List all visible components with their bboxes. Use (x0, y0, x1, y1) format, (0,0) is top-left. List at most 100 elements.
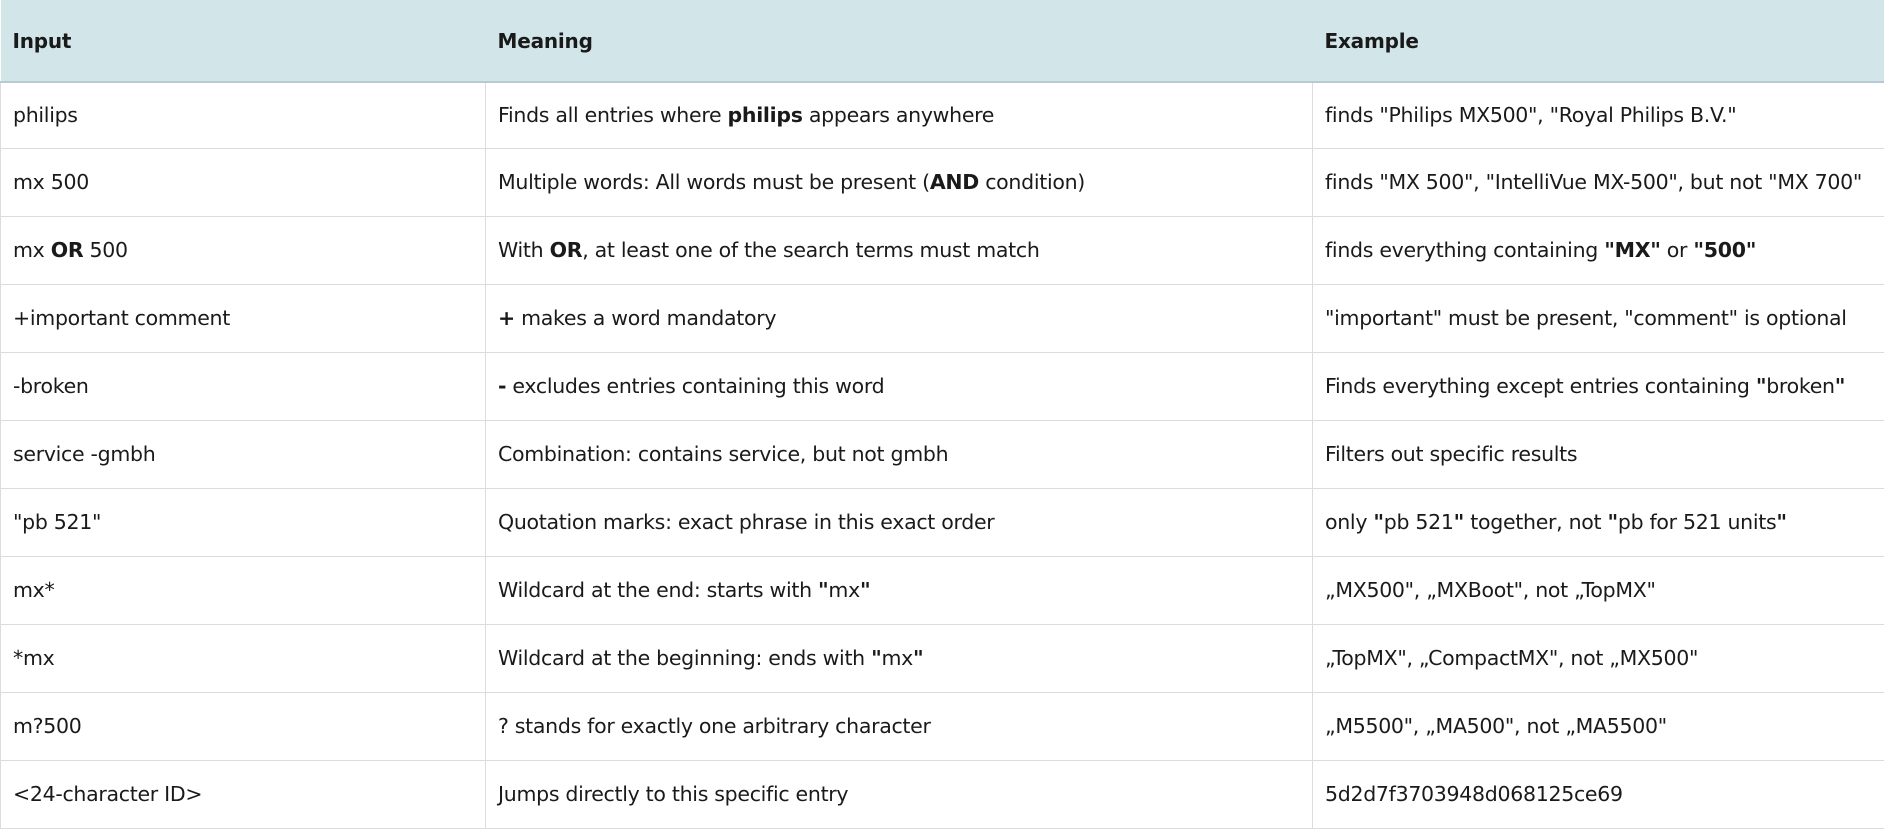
cell-text: together, not (1464, 510, 1607, 534)
table-row: philips Finds all entries where philips … (1, 82, 1884, 148)
cell-text: only (1325, 510, 1373, 534)
cell-text: Wildcard at the end: starts with (498, 578, 818, 602)
cell-text-bold: " (1693, 238, 1703, 262)
cell-text: „M5500", „MA500", not „MA5500" (1325, 714, 1667, 738)
cell-text: -broken (13, 374, 89, 398)
cell-example: only "pb 521" together, not "pb for 521 … (1313, 488, 1884, 556)
cell-text: pb for 521 units (1618, 510, 1777, 534)
cell-input: *mx (1, 624, 486, 692)
table-row: *mx Wildcard at the beginning: ends with… (1, 624, 1884, 692)
cell-text: condition) (979, 170, 1085, 194)
cell-input: mx* (1, 556, 486, 624)
cell-text: Jumps directly to this specific entry (498, 782, 848, 806)
search-syntax-table: Input Meaning Example philips Finds all … (0, 0, 1884, 829)
cell-meaning: ? stands for exactly one arbitrary chara… (486, 692, 1313, 760)
cell-text: , at least one of the search terms must … (582, 238, 1039, 262)
cell-meaning: Multiple words: All words must be presen… (486, 148, 1313, 216)
cell-text: service -gmbh (13, 442, 155, 466)
cell-example: Finds everything except entries containi… (1313, 352, 1884, 420)
cell-text: mx (882, 646, 914, 670)
cell-text: finds everything containing (1325, 238, 1604, 262)
cell-text-bold: " (1607, 510, 1617, 534)
cell-text: finds "MX 500", "IntelliVue MX-500", but… (1325, 170, 1862, 194)
cell-text: mx (828, 578, 860, 602)
cell-text-bold: " (1835, 374, 1845, 398)
cell-text: Combination: contains service, but not g… (498, 442, 948, 466)
cell-text: <24-character ID> (13, 782, 202, 806)
cell-input: m?500 (1, 692, 486, 760)
cell-text-bold: + (498, 306, 515, 330)
cell-meaning: Finds all entries where philips appears … (486, 82, 1313, 148)
cell-text: m?500 (13, 714, 81, 738)
cell-input: mx 500 (1, 148, 486, 216)
cell-text-bold: " (1776, 510, 1786, 534)
cell-example: finds everything containing "MX" or "500… (1313, 216, 1884, 284)
cell-text: Filters out specific results (1325, 442, 1577, 466)
cell-text-bold: - (498, 374, 506, 398)
cell-text-bold: 500 (1704, 238, 1746, 262)
cell-text: ? stands for exactly one arbitrary chara… (498, 714, 931, 738)
cell-meaning: Quotation marks: exact phrase in this ex… (486, 488, 1313, 556)
cell-text-bold: " (871, 646, 881, 670)
table-body: philips Finds all entries where philips … (1, 82, 1884, 828)
cell-input: philips (1, 82, 486, 148)
cell-example: finds "MX 500", "IntelliVue MX-500", but… (1313, 148, 1884, 216)
cell-input: mx OR 500 (1, 216, 486, 284)
table-row: +important comment + makes a word mandat… (1, 284, 1884, 352)
header-example: Example (1313, 0, 1884, 82)
cell-meaning: + makes a word mandatory (486, 284, 1313, 352)
cell-text-bold: " (1373, 510, 1383, 534)
cell-meaning: Wildcard at the end: starts with "mx" (486, 556, 1313, 624)
cell-text: excludes entries containing this word (506, 374, 884, 398)
cell-text: appears anywhere (803, 103, 994, 127)
cell-input: -broken (1, 352, 486, 420)
cell-text: +important comment (13, 306, 230, 330)
table-header: Input Meaning Example (1, 0, 1884, 82)
cell-text-bold: " (818, 578, 828, 602)
cell-input: service -gmbh (1, 420, 486, 488)
cell-example: 5d2d7f3703948d068125ce69 (1313, 760, 1884, 828)
cell-example: „M5500", „MA500", not „MA5500" (1313, 692, 1884, 760)
cell-text: broken (1766, 374, 1834, 398)
cell-text: Quotation marks: exact phrase in this ex… (498, 510, 994, 534)
cell-example: „TopMX", „CompactMX", not „MX500" (1313, 624, 1884, 692)
cell-text: *mx (13, 646, 54, 670)
table-row: mx OR 500 With OR, at least one of the s… (1, 216, 1884, 284)
cell-text: makes a word mandatory (515, 306, 776, 330)
cell-example: „MX500", „MXBoot", not „TopMX" (1313, 556, 1884, 624)
table-row: service -gmbh Combination: contains serv… (1, 420, 1884, 488)
cell-meaning: With OR, at least one of the search term… (486, 216, 1313, 284)
table-row: <24-character ID> Jumps directly to this… (1, 760, 1884, 828)
cell-text: „MX500", „MXBoot", not „TopMX" (1325, 578, 1656, 602)
cell-text: "important" must be present, "comment" i… (1325, 306, 1847, 330)
cell-text-bold: " (1604, 238, 1614, 262)
cell-meaning: Jumps directly to this specific entry (486, 760, 1313, 828)
cell-text-bold: " (860, 578, 870, 602)
cell-text: With (498, 238, 550, 262)
cell-text-bold: OR (550, 238, 583, 262)
cell-text-bold: " (1650, 238, 1660, 262)
cell-meaning: Wildcard at the beginning: ends with "mx… (486, 624, 1313, 692)
cell-text-bold: MX (1615, 238, 1651, 262)
cell-text-bold: philips (728, 103, 803, 127)
header-meaning: Meaning (486, 0, 1313, 82)
cell-text-bold: " (913, 646, 923, 670)
table-row: m?500 ? stands for exactly one arbitrary… (1, 692, 1884, 760)
cell-text-bold: AND (930, 170, 979, 194)
cell-input: +important comment (1, 284, 486, 352)
cell-text-bold: " (1454, 510, 1464, 534)
cell-text: or (1661, 238, 1694, 262)
cell-example: Filters out specific results (1313, 420, 1884, 488)
cell-text-bold: " (1746, 238, 1756, 262)
cell-example: "important" must be present, "comment" i… (1313, 284, 1884, 352)
cell-text: Finds everything except entries containi… (1325, 374, 1756, 398)
table-row: "pb 521" Quotation marks: exact phrase i… (1, 488, 1884, 556)
cell-text: "pb 521" (13, 510, 101, 534)
cell-meaning: - excludes entries containing this word (486, 352, 1313, 420)
cell-text-bold: " (1756, 374, 1766, 398)
cell-meaning: Combination: contains service, but not g… (486, 420, 1313, 488)
cell-text: Wildcard at the beginning: ends with (498, 646, 871, 670)
cell-text: pb 521 (1384, 510, 1454, 534)
cell-text: Multiple words: All words must be presen… (498, 170, 930, 194)
cell-text: mx (13, 238, 51, 262)
